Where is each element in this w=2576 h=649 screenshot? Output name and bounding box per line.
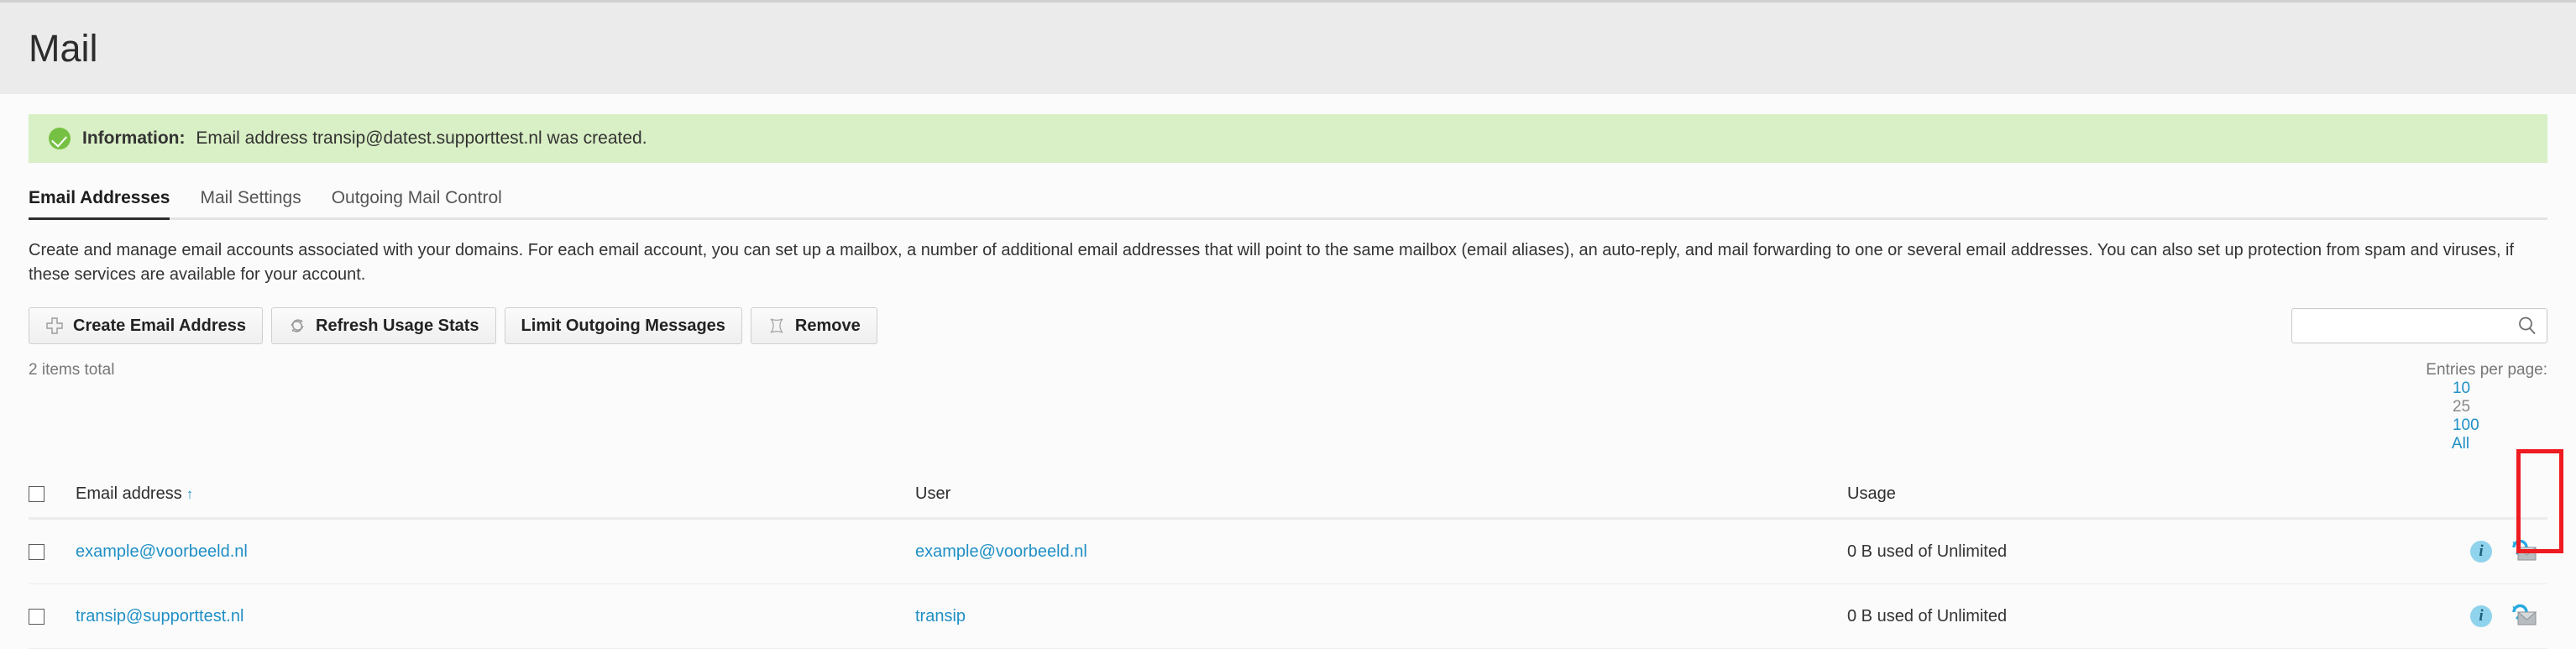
- row-usage-cell: 0 B used of Unlimited: [1847, 518, 2447, 584]
- info-icon[interactable]: i: [2470, 541, 2492, 563]
- email-address-link[interactable]: transip@supporttest.nl: [76, 607, 243, 625]
- select-all-header: [29, 479, 76, 520]
- row-actions-cell: i: [2447, 518, 2547, 584]
- column-header-email-address[interactable]: Email address ↑: [76, 479, 915, 520]
- remove-button[interactable]: Remove: [750, 307, 877, 344]
- banner-message: Email address transip@datest.supporttest…: [191, 128, 647, 148]
- button-label: Refresh Usage Stats: [316, 316, 479, 335]
- button-label: Remove: [794, 316, 861, 335]
- entries-per-page: Entries per page: 10 25 100 All: [2426, 361, 2547, 472]
- webmail-icon[interactable]: [2500, 533, 2547, 570]
- row-user-cell: transip: [915, 584, 1847, 649]
- email-addresses-table: Email address ↑ User Usage example@voorbe…: [29, 479, 2547, 649]
- sort-ascending-icon: ↑: [186, 486, 194, 502]
- info-icon[interactable]: i: [2470, 605, 2492, 627]
- entries-option-25[interactable]: 25: [2453, 398, 2470, 416]
- limit-outgoing-messages-button[interactable]: Limit Outgoing Messages: [504, 307, 742, 344]
- search-box[interactable]: [2291, 308, 2547, 343]
- select-all-checkbox[interactable]: [29, 486, 45, 503]
- refresh-icon: [288, 317, 306, 335]
- refresh-usage-stats-button[interactable]: Refresh Usage Stats: [271, 307, 496, 344]
- information-banner: Information: Email address transip@dates…: [29, 114, 2547, 163]
- column-header-user[interactable]: User: [915, 479, 1847, 520]
- create-email-address-button[interactable]: Create Email Address: [29, 307, 264, 344]
- table-meta-row: 2 items total Entries per page: 10 25 10…: [29, 361, 2547, 472]
- section-description: Create and manage email accounts associa…: [29, 241, 2515, 284]
- table-row: transip@supporttest.nl transip 0 B used …: [29, 584, 2547, 649]
- email-address-link[interactable]: example@voorbeeld.nl: [76, 542, 248, 561]
- button-label: Create Email Address: [73, 316, 247, 335]
- user-link[interactable]: example@voorbeeld.nl: [915, 542, 1087, 561]
- row-select-cell: [29, 584, 76, 649]
- toolbar-row: Create Email Address Refresh Usage Stats…: [29, 307, 2547, 344]
- check-circle-icon: [49, 128, 71, 149]
- webmail-icon[interactable]: [2500, 598, 2547, 635]
- entries-per-page-label: Entries per page:: [2426, 361, 2547, 379]
- row-select-cell: [29, 518, 76, 584]
- table-header-row: Email address ↑ User Usage: [29, 479, 2547, 520]
- action-toolbar: Create Email Address Refresh Usage Stats…: [29, 307, 877, 344]
- items-total: 2 items total: [29, 361, 115, 379]
- row-checkbox[interactable]: [29, 543, 45, 560]
- user-link[interactable]: transip: [915, 607, 966, 625]
- column-label: Email address: [76, 484, 182, 503]
- tab-outgoing-mail-control[interactable]: Outgoing Mail Control: [332, 188, 502, 217]
- search-icon[interactable]: [2516, 315, 2538, 337]
- row-usage-cell: 0 B used of Unlimited: [1847, 584, 2447, 649]
- column-header-usage[interactable]: Usage: [1847, 479, 2447, 520]
- search-input[interactable]: [2302, 316, 2516, 336]
- tab-email-addresses[interactable]: Email Addresses: [29, 188, 170, 220]
- remove-x-icon: [767, 317, 786, 335]
- entries-option-100[interactable]: 100: [2453, 416, 2479, 434]
- row-checkbox[interactable]: [29, 608, 45, 625]
- button-label: Limit Outgoing Messages: [521, 316, 725, 335]
- page-content: Information: Email address transip@dates…: [0, 114, 2576, 649]
- tab-mail-settings[interactable]: Mail Settings: [200, 188, 301, 217]
- row-user-cell: example@voorbeeld.nl: [915, 518, 1847, 584]
- tab-bar: Email Addresses Mail Settings Outgoing M…: [29, 183, 2547, 220]
- entries-option-all[interactable]: All: [2452, 435, 2469, 453]
- page-title: Mail: [29, 27, 98, 70]
- table-row: example@voorbeeld.nl example@voorbeeld.n…: [29, 518, 2547, 584]
- row-email-cell: example@voorbeeld.nl: [76, 518, 915, 584]
- column-header-actions: [2447, 479, 2547, 520]
- page-header: Mail: [0, 0, 2576, 94]
- row-actions-cell: i: [2447, 584, 2547, 649]
- plus-icon: [45, 317, 64, 335]
- entries-option-10[interactable]: 10: [2453, 379, 2470, 397]
- banner-label: Information:: [82, 128, 186, 148]
- row-email-cell: transip@supporttest.nl: [76, 584, 915, 649]
